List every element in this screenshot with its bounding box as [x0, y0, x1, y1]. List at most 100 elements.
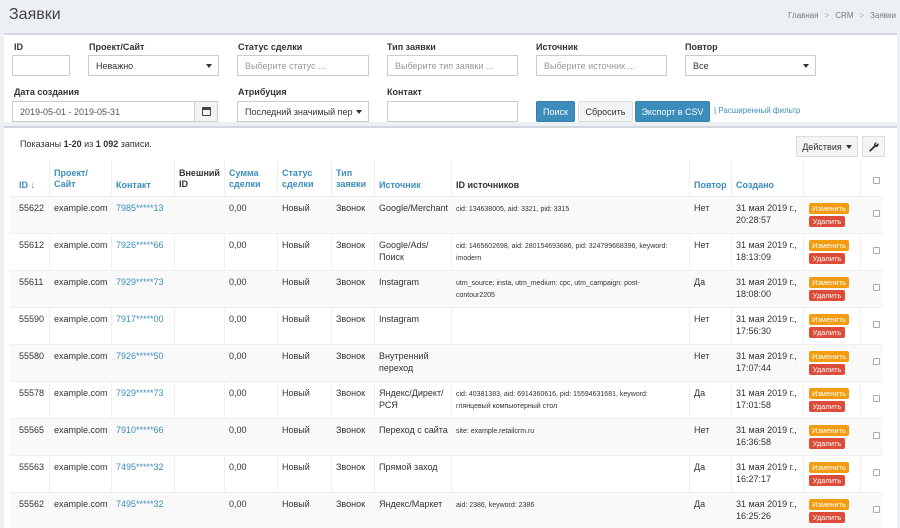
delete-button[interactable]: Удалить: [809, 512, 845, 523]
attribution-filter-value: Последний значимый пер: [245, 107, 353, 117]
chevron-down-icon: [803, 64, 809, 68]
request-type-filter-input[interactable]: Выберите тип заявки ...: [387, 55, 518, 76]
row-created: 31 мая 2019 г.,: [736, 277, 797, 287]
row-select-checkbox[interactable]: [873, 284, 880, 291]
row-source: Переход с сайта: [379, 425, 448, 435]
row-contact-link[interactable]: 7910*****66: [116, 424, 164, 436]
edit-button[interactable]: Изменить: [809, 499, 849, 510]
column-header-repeat[interactable]: Повтор: [694, 180, 727, 191]
row-select-checkbox[interactable]: [873, 395, 880, 402]
delete-button[interactable]: Удалить: [809, 475, 845, 486]
summary-prefix: Показаны: [20, 139, 64, 149]
edit-button[interactable]: Изменить: [809, 462, 849, 473]
delete-button[interactable]: Удалить: [809, 290, 845, 301]
attribution-filter-select[interactable]: Последний значимый пер: [237, 101, 369, 122]
edit-button[interactable]: Изменить: [809, 203, 849, 214]
row-select-checkbox[interactable]: [873, 210, 880, 217]
row-repeat: Нет: [694, 240, 710, 250]
row-source: Google/Ads/: [379, 240, 429, 250]
column-header-project[interactable]: Проект/Сайт: [54, 168, 88, 190]
project-filter-select[interactable]: Неважно: [88, 55, 219, 76]
column-header-amount-line2: сделки: [229, 179, 261, 189]
row-type: Звонок: [336, 314, 366, 324]
delete-button[interactable]: Удалить: [809, 216, 845, 227]
actions-dropdown-button[interactable]: Действия: [796, 136, 858, 157]
contact-filter-label: Контакт: [387, 87, 422, 97]
filter-panel: ID Проект/Сайт Неважно Статус сделки Выб…: [4, 33, 897, 122]
row-repeat: Нет: [694, 425, 710, 435]
delete-button[interactable]: Удалить: [809, 364, 845, 375]
row-project: example.com: [54, 240, 108, 250]
row-amount: 0,00: [229, 277, 247, 287]
edit-button[interactable]: Изменить: [809, 277, 849, 288]
calendar-button[interactable]: [194, 101, 218, 122]
row-created: 31 мая 2019 г.,: [736, 314, 797, 324]
row-type: Звонок: [336, 203, 366, 213]
column-header-id[interactable]: ID ↓: [19, 180, 35, 191]
delete-button[interactable]: Удалить: [809, 253, 845, 264]
row-select-checkbox[interactable]: [873, 321, 880, 328]
edit-button[interactable]: Изменить: [809, 351, 849, 362]
column-header-type-line2: заявки: [336, 179, 367, 189]
row-amount: 0,00: [229, 240, 247, 250]
deal-status-filter-input[interactable]: Выберите статус ...: [237, 55, 369, 76]
row-id: 55622: [19, 203, 45, 213]
row-select-checkbox[interactable]: [873, 432, 880, 439]
column-header-id-label: ID: [19, 180, 28, 190]
row-status: Новый: [282, 203, 310, 213]
column-header-contact[interactable]: Контакт: [116, 180, 151, 191]
edit-button[interactable]: Изменить: [809, 425, 849, 436]
row-contact-link[interactable]: 7929*****73: [116, 276, 164, 288]
advanced-filter-link[interactable]: | Расширенный фильтр: [714, 106, 800, 115]
id-filter-input[interactable]: [12, 55, 70, 76]
edit-button[interactable]: Изменить: [809, 388, 849, 399]
row-project: example.com: [54, 388, 108, 398]
row-source: переход: [379, 363, 414, 373]
row-select-checkbox[interactable]: [873, 358, 880, 365]
row-select-checkbox[interactable]: [873, 506, 880, 513]
column-header-type-line1: Тип: [336, 168, 353, 178]
repeat-filter-select[interactable]: Все: [685, 55, 816, 76]
source-filter-input[interactable]: Выберите источник ...: [536, 55, 667, 76]
edit-button[interactable]: Изменить: [809, 240, 849, 251]
project-filter-value: Неважно: [96, 61, 134, 71]
column-header-amount[interactable]: Сумма сделки: [229, 168, 260, 190]
export-csv-button[interactable]: Экспорт в CSV: [635, 101, 710, 122]
column-header-type[interactable]: Тип заявки: [336, 168, 366, 190]
row-contact-link[interactable]: 7495*****32: [116, 461, 164, 473]
search-button[interactable]: Поиск: [536, 101, 575, 122]
summary-range: 1-20: [63, 139, 82, 149]
row-contact-link[interactable]: 7926*****50: [116, 350, 164, 362]
row-select-checkbox[interactable]: [873, 247, 880, 254]
row-project: example.com: [54, 351, 108, 361]
row-contact-link[interactable]: 7985*****13: [116, 202, 164, 214]
row-id: 55612: [19, 240, 45, 250]
delete-button[interactable]: Удалить: [809, 438, 845, 449]
contact-filter-input[interactable]: [387, 101, 518, 122]
breadcrumb-home[interactable]: Главная: [788, 11, 818, 20]
row-contact-link[interactable]: 7926*****66: [116, 239, 164, 251]
delete-button[interactable]: Удалить: [809, 401, 845, 412]
breadcrumb: Главная > CRM > Заявки: [788, 11, 896, 20]
column-header-project-line2: Сайт: [54, 179, 76, 189]
row-select-checkbox[interactable]: [873, 469, 880, 476]
row-id: 55611: [19, 277, 44, 287]
row-source-ids: imodern: [456, 255, 482, 262]
breadcrumb-crm[interactable]: CRM: [835, 11, 853, 20]
page-title: Заявки: [9, 6, 61, 23]
column-header-created[interactable]: Создано: [736, 180, 774, 191]
row-created: 31 мая 2019 г.,: [736, 388, 797, 398]
column-header-status[interactable]: Статус сделки: [282, 168, 313, 190]
select-all-checkbox[interactable]: [873, 177, 880, 184]
reset-button[interactable]: Сбросить: [578, 101, 633, 122]
column-header-source[interactable]: Источник: [379, 180, 421, 191]
row-contact-link[interactable]: 7495*****32: [116, 498, 164, 510]
row-contact-link[interactable]: 7917*****00: [116, 313, 164, 325]
row-contact-link[interactable]: 7929*****73: [116, 387, 164, 399]
row-created: 31 мая 2019 г.,: [736, 425, 797, 435]
edit-button[interactable]: Изменить: [809, 314, 849, 325]
created-date-range-input[interactable]: 2019-05-01 - 2019-05-31: [12, 101, 195, 122]
delete-button[interactable]: Удалить: [809, 327, 845, 338]
row-status: Новый: [282, 388, 310, 398]
table-settings-button[interactable]: [862, 136, 885, 157]
